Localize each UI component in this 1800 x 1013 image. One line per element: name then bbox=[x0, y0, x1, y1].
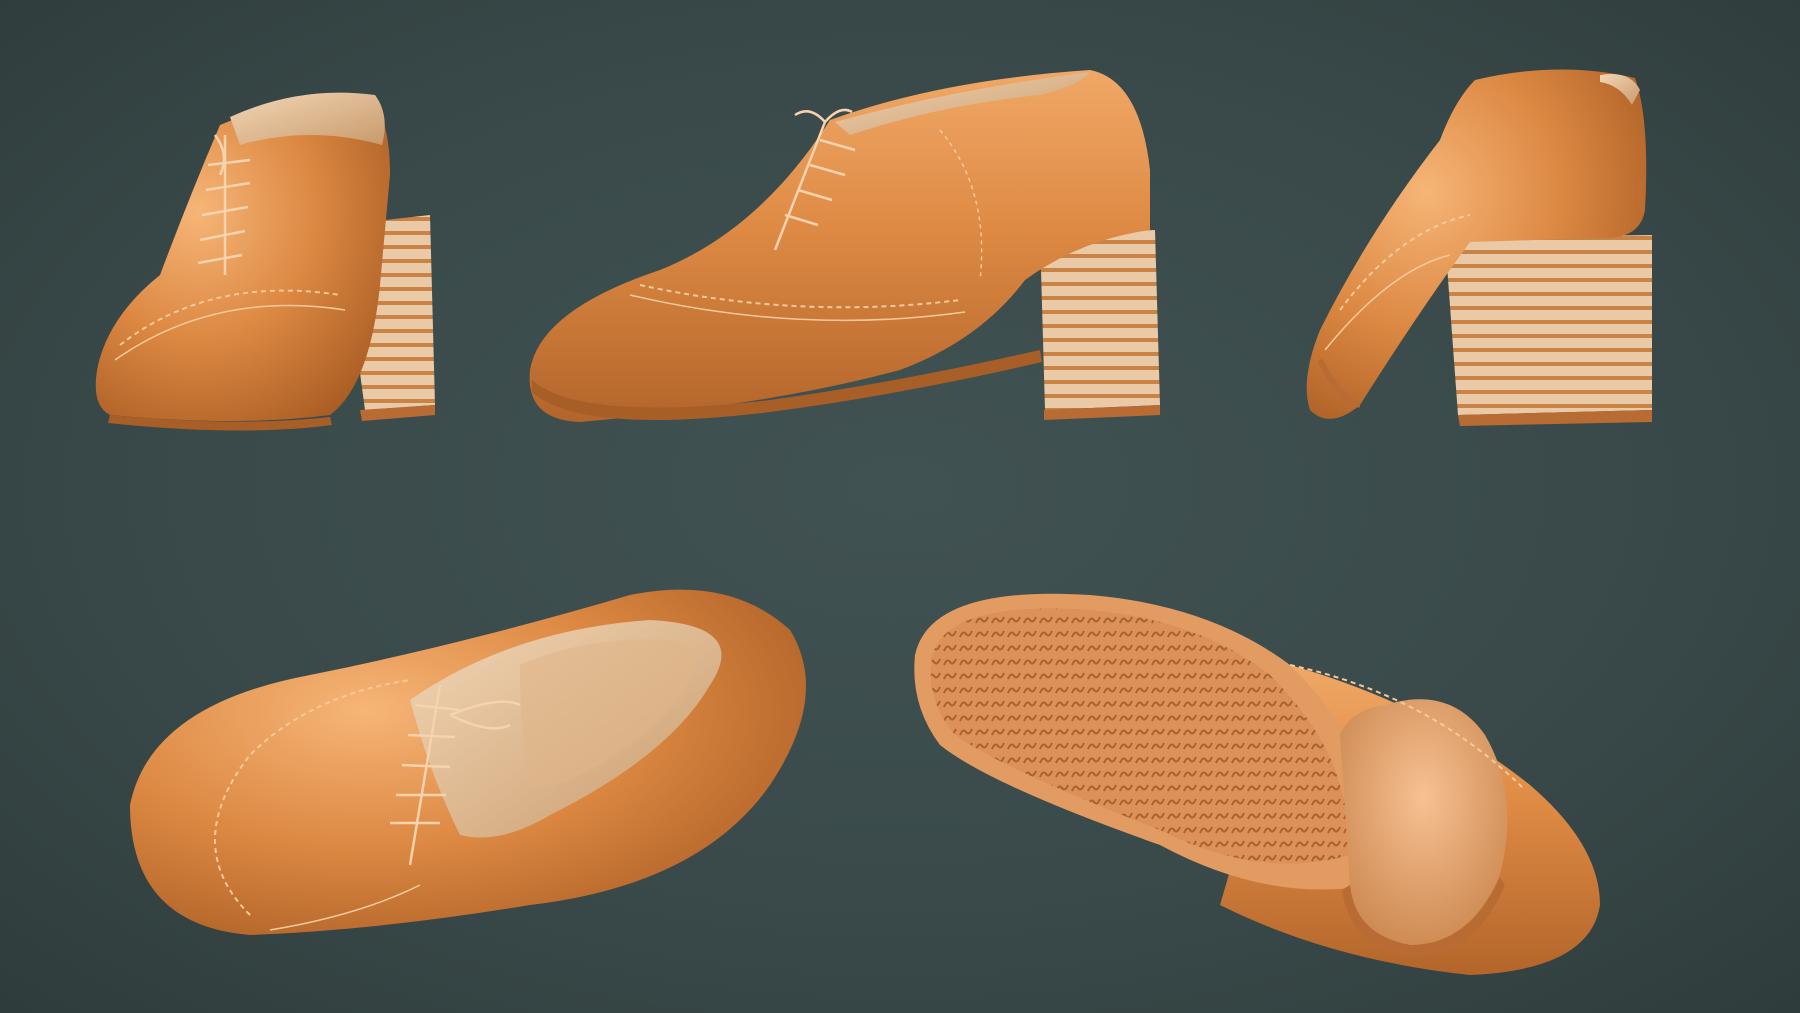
shoe-side-view bbox=[520, 50, 1210, 440]
shoe-back-view bbox=[1300, 60, 1660, 435]
shoe-front-view bbox=[90, 55, 450, 435]
shoe-sole-view bbox=[910, 585, 1610, 985]
render-canvas bbox=[0, 0, 1800, 1013]
shoe-top-view bbox=[110, 585, 820, 975]
